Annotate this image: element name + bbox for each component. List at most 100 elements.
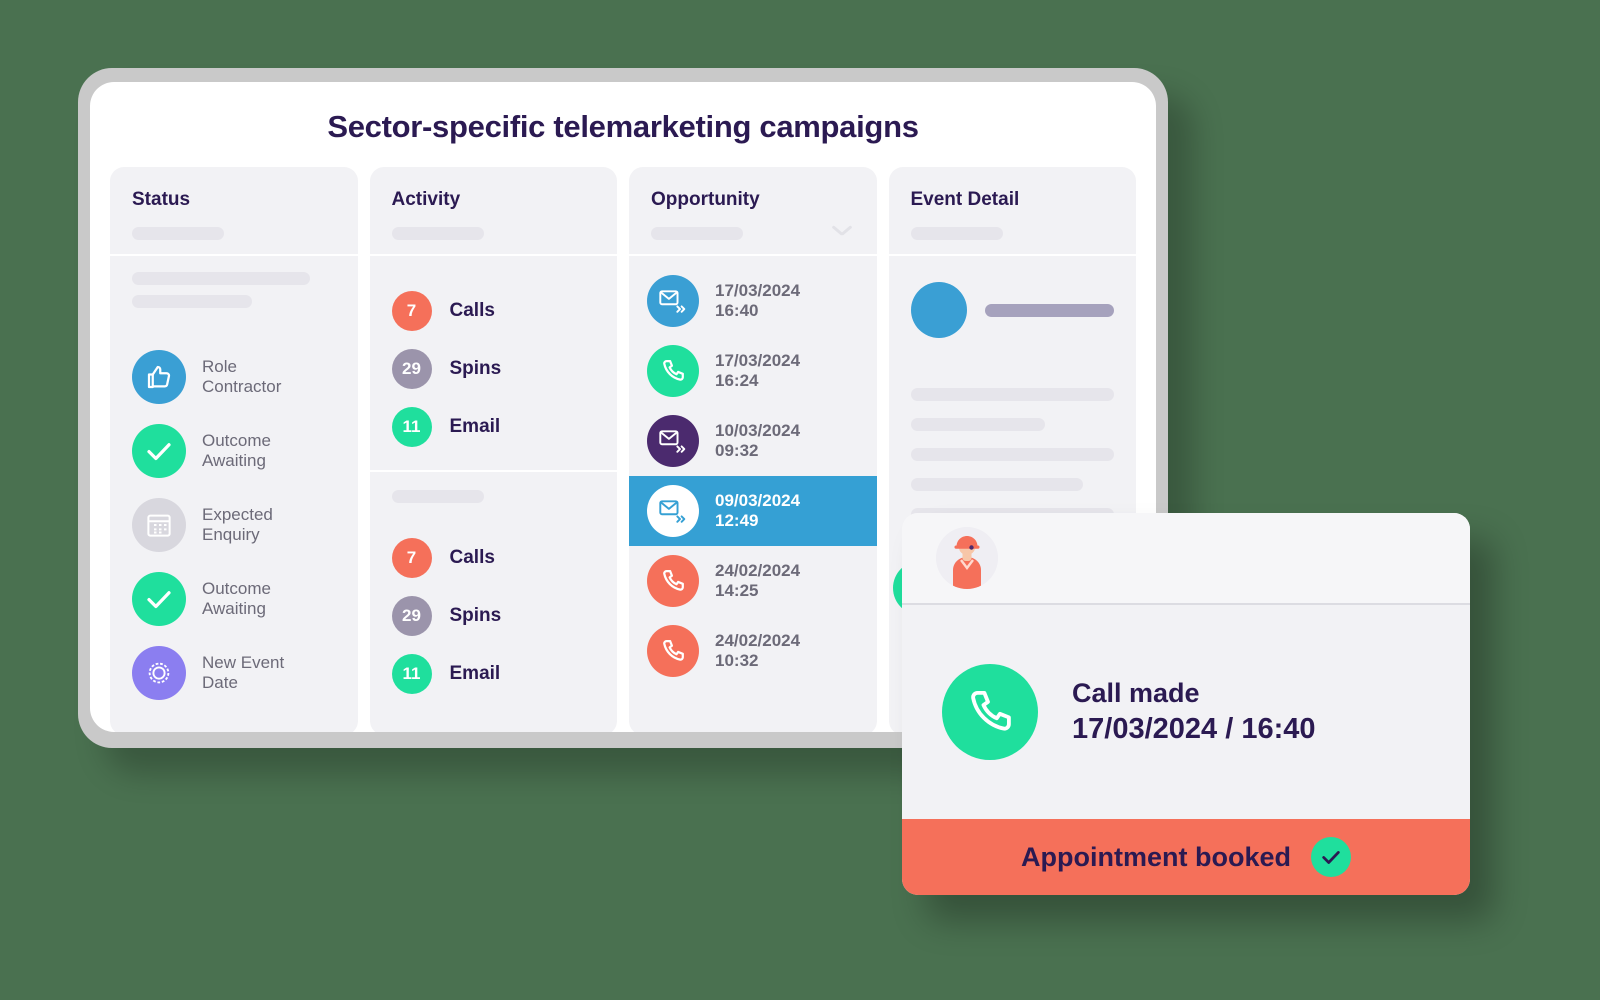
opportunity-date: 17/03/2024 16:40 — [715, 280, 801, 320]
skeleton-bar — [910, 227, 1003, 240]
appointment-status-bar[interactable]: Appointment booked — [902, 819, 1470, 895]
event-detail-header: Event Detail — [889, 167, 1137, 227]
opportunity-date: 17/03/2024 16:24 — [715, 350, 801, 390]
check-icon — [132, 424, 186, 478]
activity-count-badge: 11 — [391, 654, 432, 694]
skeleton-bar — [651, 227, 743, 240]
activity-row-calls[interactable]: 7 Calls — [370, 529, 618, 587]
call-card-body: Call made 17/03/2024 / 16:40 — [902, 605, 1470, 819]
status-row-4[interactable]: New Event Date — [110, 636, 358, 710]
activity-count-badge: 29 — [391, 349, 432, 389]
chevron-down-icon[interactable] — [831, 229, 853, 241]
call-card-header — [902, 513, 1470, 605]
opportunity-row-0[interactable]: 17/03/2024 16:40 — [629, 266, 877, 336]
appointment-label: Appointment booked — [1021, 841, 1291, 872]
activity-title: Activity — [391, 189, 461, 210]
check-icon — [132, 572, 186, 626]
opportunity-header: Opportunity — [629, 167, 877, 227]
status-label: Outcome Awaiting — [202, 430, 271, 470]
event-detail-subheader-skeleton — [888, 227, 1136, 256]
status-label: New Event Date — [202, 652, 285, 692]
activity-header: Activity — [370, 167, 618, 227]
status-row-1[interactable]: Outcome Awaiting — [110, 414, 358, 488]
opportunity-row-5[interactable]: 24/02/2024 10:32 — [629, 616, 877, 686]
column-opportunity: Opportunity 17/03/2024 16:40 17/03/2024 … — [629, 167, 877, 732]
phone-icon — [942, 664, 1038, 760]
column-status: Status Role Contractor Outcome Awaiting … — [110, 167, 358, 732]
email-sent-icon — [647, 415, 699, 467]
call-datetime: 17/03/2024 / 16:40 — [1072, 713, 1316, 745]
title-placeholder-bar — [984, 303, 1114, 317]
opportunity-list: 17/03/2024 16:40 17/03/2024 16:24 10/03/… — [629, 256, 877, 686]
email-sent-icon — [647, 275, 699, 327]
event-detail-top — [910, 282, 1114, 338]
status-label: Outcome Awaiting — [202, 578, 271, 618]
activity-count-badge: 11 — [391, 407, 432, 447]
opportunity-date: 10/03/2024 09:32 — [715, 420, 801, 460]
status-title: Status — [132, 189, 191, 210]
status-row-3[interactable]: Outcome Awaiting — [110, 562, 358, 636]
activity-group-two: 7 Calls 29 Spins 11 Email — [370, 509, 618, 703]
opportunity-row-3-selected[interactable]: 09/03/2024 12:49 — [629, 476, 877, 546]
check-icon — [1310, 837, 1351, 877]
call-detail-card: Call made 17/03/2024 / 16:40 Appointment… — [902, 513, 1470, 895]
event-detail-body — [889, 256, 1137, 521]
status-header: Status — [110, 167, 358, 227]
activity-label: Email — [449, 663, 501, 684]
activity-label: Calls — [449, 300, 495, 321]
activity-count-badge: 29 — [391, 596, 432, 636]
opportunity-row-4[interactable]: 24/02/2024 14:25 — [629, 546, 877, 616]
opportunity-date: 09/03/2024 12:49 — [715, 490, 801, 530]
status-label: Role Contractor — [202, 356, 282, 396]
activity-divider-skeleton — [369, 470, 617, 509]
opportunity-row-2[interactable]: 10/03/2024 09:32 — [629, 406, 877, 476]
status-list: Role Contractor Outcome Awaiting Expecte… — [110, 328, 358, 710]
skeleton-bar — [910, 478, 1084, 491]
activity-count-badge: 7 — [391, 291, 432, 331]
avatar — [910, 282, 967, 338]
phone-icon — [647, 555, 699, 607]
phone-icon — [647, 625, 699, 677]
activity-label: Calls — [449, 547, 495, 568]
status-row-2[interactable]: Expected Enquiry — [110, 488, 358, 562]
call-title: Call made — [1072, 678, 1200, 708]
email-sent-icon — [647, 485, 699, 537]
event-detail-title: Event Detail — [910, 189, 1020, 210]
opportunity-date: 24/02/2024 10:32 — [715, 630, 801, 670]
opportunity-row-1[interactable]: 17/03/2024 16:24 — [629, 336, 877, 406]
activity-row-calls[interactable]: 7 Calls — [370, 282, 618, 340]
page-title: Sector-specific telemarketing campaigns — [327, 109, 919, 144]
status-label: Expected Enquiry — [202, 504, 273, 544]
badge-icon — [132, 646, 186, 700]
skeleton-bar — [132, 272, 310, 285]
skeleton-bar — [391, 490, 484, 503]
activity-row-email[interactable]: 11 Email — [370, 645, 618, 703]
status-row-0[interactable]: Role Contractor — [110, 340, 358, 414]
activity-row-spins[interactable]: 29 Spins — [370, 340, 618, 398]
construction-worker-avatar — [936, 527, 998, 589]
skeleton-bar — [132, 295, 252, 308]
phone-icon — [647, 345, 699, 397]
activity-group-one: 7 Calls 29 Spins 11 Email — [370, 256, 618, 456]
activity-count-badge: 7 — [391, 538, 432, 578]
skeleton-bar — [910, 418, 1045, 431]
event-detail-skeleton-lines — [910, 388, 1114, 521]
skeleton-bar — [132, 227, 224, 240]
opportunity-filter-row[interactable] — [629, 227, 877, 256]
activity-label: Email — [449, 416, 501, 437]
call-text-group: Call made 17/03/2024 / 16:40 — [1072, 678, 1315, 746]
thumbs-up-icon — [132, 350, 186, 404]
opportunity-title: Opportunity — [651, 189, 760, 210]
activity-label: Spins — [449, 358, 502, 379]
skeleton-bar — [391, 227, 484, 240]
activity-subheader-skeleton — [369, 227, 617, 256]
activity-row-spins[interactable]: 29 Spins — [370, 587, 618, 645]
activity-row-email[interactable]: 11 Email — [370, 398, 618, 456]
calendar-icon — [132, 498, 186, 552]
status-skeleton-block — [110, 256, 358, 328]
opportunity-date: 24/02/2024 14:25 — [715, 560, 801, 600]
skeleton-bar — [910, 388, 1114, 401]
skeleton-bar — [910, 448, 1114, 461]
column-activity: Activity 7 Calls 29 Spins 11 Email 7 Cal… — [369, 167, 618, 732]
status-subheader-skeleton — [110, 227, 358, 256]
